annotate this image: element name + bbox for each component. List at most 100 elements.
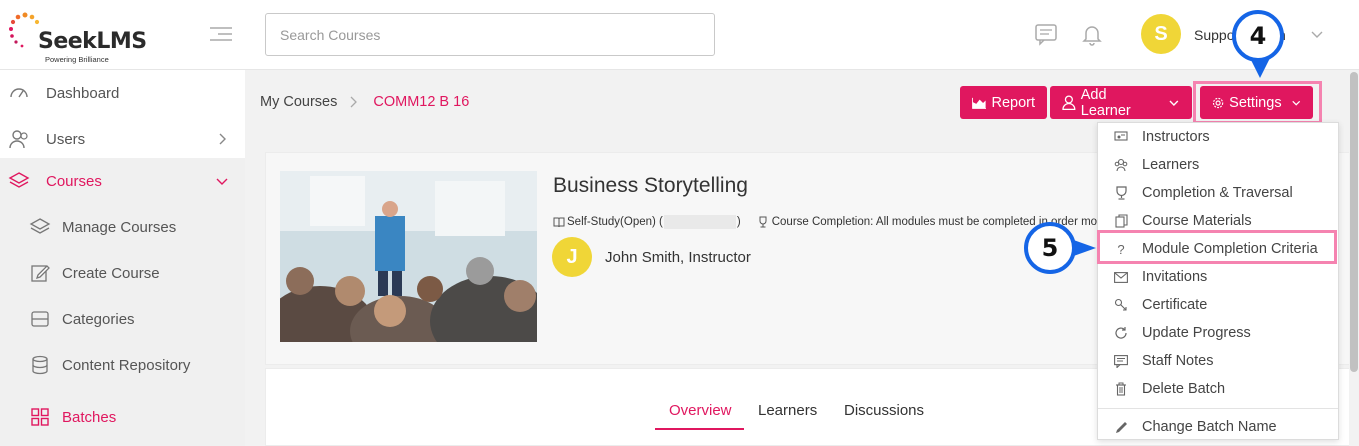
users-icon <box>9 130 28 149</box>
menu-item-label: Instructors <box>1142 129 1210 145</box>
module-criteria-highlight-box <box>1097 230 1337 264</box>
course-meta: Self-Study(Open) ( ) Course Completion: … <box>553 215 1097 229</box>
course-type-suffix: ) <box>736 216 741 228</box>
logo-tagline: Powering Brilliance <box>45 55 109 64</box>
course-title: Business Storytelling <box>553 174 748 197</box>
breadcrumb-current: COMM12 B 16 <box>373 94 470 110</box>
user-avatar[interactable]: S <box>1141 14 1181 54</box>
folders-icon <box>31 311 49 327</box>
menu-item-learners[interactable]: Learners <box>1098 151 1338 179</box>
tab-learners[interactable]: Learners <box>758 402 817 419</box>
course-type: Self-Study(Open) ( <box>567 216 663 228</box>
instructor-name: John Smith, Instructor <box>605 249 751 266</box>
menu-item-label: Delete Batch <box>1142 381 1226 397</box>
materials-icon <box>1113 213 1129 229</box>
sidebar-item-create-course[interactable]: Create Course <box>0 250 245 296</box>
menu-item-label: Update Progress <box>1142 325 1251 341</box>
breadcrumb: My Courses COMM12 B 16 <box>260 94 469 110</box>
chevron-right-icon <box>219 133 226 145</box>
chat-icon[interactable] <box>1034 22 1058 46</box>
sidebar-item-users[interactable]: Users <box>0 116 245 162</box>
refresh-icon <box>1113 325 1129 341</box>
add-learner-label: Add Learner <box>1080 86 1131 119</box>
sidebar-item-label: Users <box>46 130 86 148</box>
chevron-down-icon <box>216 178 228 185</box>
sidebar-item-courses[interactable]: Courses <box>0 158 245 204</box>
book-icon <box>553 217 565 227</box>
menu-item-completion-traversal[interactable]: Completion & Traversal <box>1098 179 1338 207</box>
top-bar: SeekLMS Powering Brilliance S Support Ad… <box>0 0 1359 70</box>
menu-toggle-icon[interactable] <box>210 27 232 43</box>
step-5-callout: 5 <box>1024 222 1076 274</box>
active-tab-indicator <box>655 428 744 430</box>
tab-discussions[interactable]: Discussions <box>844 402 924 419</box>
menu-item-label: Learners <box>1142 157 1200 173</box>
notes-icon <box>1113 353 1129 369</box>
chevron-down-icon <box>1169 100 1179 106</box>
report-label: Report <box>991 94 1035 111</box>
course-photo <box>280 171 537 342</box>
sidebar-item-label: Batches <box>62 408 117 426</box>
breadcrumb-my-courses[interactable]: My Courses <box>260 94 337 110</box>
edit-icon <box>31 265 50 282</box>
sidebar-item-label: Dashboard <box>46 84 120 102</box>
redacted-text <box>663 215 736 229</box>
learners-icon <box>1113 157 1129 173</box>
area-chart-icon <box>972 97 987 109</box>
sidebar-item-batches[interactable]: Batches <box>0 388 245 446</box>
gauge-icon <box>10 88 28 98</box>
menu-item-label: Course Materials <box>1142 213 1252 229</box>
sidebar-item-manage-courses[interactable]: Manage Courses <box>0 204 245 250</box>
settings-highlight-box <box>1193 81 1322 124</box>
menu-item-update-progress[interactable]: Update Progress <box>1098 319 1338 347</box>
instructor-avatar: J <box>552 237 592 277</box>
search-input[interactable] <box>265 13 715 56</box>
sidebar: Dashboard Users Courses Manage Courses C… <box>0 70 245 446</box>
add-learner-button[interactable]: Add Learner <box>1050 86 1192 119</box>
menu-item-instructors[interactable]: Instructors <box>1098 123 1338 151</box>
menu-item-delete-batch[interactable]: Delete Batch <box>1098 375 1338 403</box>
menu-item-change-batch-name[interactable]: Change Batch Name <box>1098 413 1338 441</box>
menu-item-label: Completion & Traversal <box>1142 185 1293 201</box>
instructor-icon <box>1113 129 1129 145</box>
bell-icon[interactable] <box>1080 22 1104 46</box>
menu-item-label: Change Batch Name <box>1142 419 1277 435</box>
trophy-icon <box>759 216 767 228</box>
sidebar-item-categories[interactable]: Categories <box>0 296 245 342</box>
sidebar-item-label: Courses <box>46 172 102 190</box>
menu-item-invitations[interactable]: Invitations <box>1098 263 1338 291</box>
grid-icon <box>31 408 49 426</box>
chevron-down-icon[interactable] <box>1310 27 1324 41</box>
envelope-icon <box>1113 269 1129 285</box>
menu-item-label: Invitations <box>1142 269 1208 285</box>
report-button[interactable]: Report <box>960 86 1047 119</box>
course-image <box>280 171 537 342</box>
sidebar-item-content-repository[interactable]: Content Repository <box>0 342 245 388</box>
sidebar-item-label: Create Course <box>62 264 160 282</box>
trophy-icon <box>1113 185 1129 201</box>
certificate-icon <box>1113 297 1129 313</box>
seeklms-logo[interactable]: SeekLMS Powering Brilliance <box>8 10 147 64</box>
logo-text: SeekLMS <box>38 29 147 54</box>
sidebar-item-label: Categories <box>62 310 135 328</box>
layers-icon <box>29 218 51 234</box>
database-icon <box>32 355 48 375</box>
logo-dots-icon <box>9 12 40 48</box>
chevron-right-icon <box>350 96 358 108</box>
scrollbar-thumb[interactable] <box>1350 72 1358 372</box>
tab-overview[interactable]: Overview <box>669 402 732 419</box>
settings-dropdown-menu: Instructors Learners Completion & Traver… <box>1097 122 1339 440</box>
sidebar-item-dashboard[interactable]: Dashboard <box>0 70 245 116</box>
menu-item-label: Staff Notes <box>1142 353 1214 369</box>
step-4-callout: 4 <box>1232 10 1284 62</box>
trash-icon <box>1113 381 1129 397</box>
menu-divider <box>1098 408 1338 409</box>
pencil-icon <box>1113 419 1129 435</box>
menu-item-certificate[interactable]: Certificate <box>1098 291 1338 319</box>
layers-icon <box>8 172 30 188</box>
menu-item-label: Certificate <box>1142 297 1208 313</box>
menu-item-staff-notes[interactable]: Staff Notes <box>1098 347 1338 375</box>
user-icon <box>1062 95 1076 110</box>
sidebar-item-label: Manage Courses <box>62 218 177 236</box>
sidebar-item-label: Content Repository <box>62 356 191 374</box>
